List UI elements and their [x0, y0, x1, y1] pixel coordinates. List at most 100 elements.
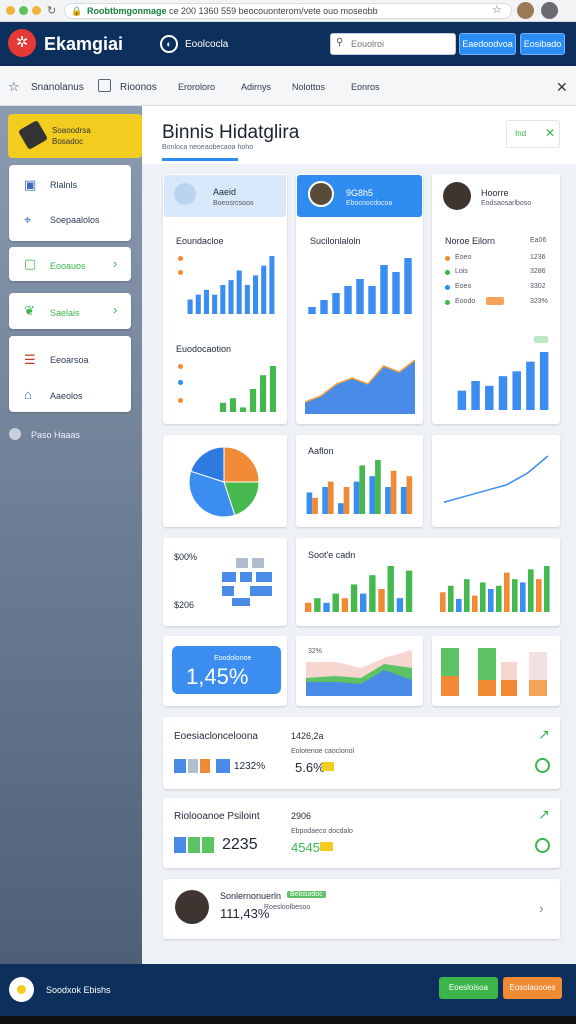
- avatar[interactable]: [517, 2, 534, 19]
- multi-bar-chart-a: [305, 566, 413, 612]
- status-badge[interactable]: Ind ✕: [506, 120, 560, 148]
- bar: [220, 285, 226, 314]
- tab-3[interactable]: Eroroloro: [178, 82, 215, 92]
- list-item[interactable]: [163, 798, 560, 868]
- bar: [259, 375, 267, 412]
- sidebar-footer-link[interactable]: Paso Haaas: [31, 430, 80, 440]
- kpi-tile[interactable]: Eoodolonoe 1,45%: [172, 646, 281, 694]
- bar: [212, 294, 218, 314]
- star-icon[interactable]: ☆: [492, 3, 502, 16]
- sidebar-featured[interactable]: Soaoodrsa Bosadoc: [8, 114, 142, 158]
- tab-2[interactable]: Rioonos: [120, 82, 157, 93]
- tab-5[interactable]: Nolottos: [292, 82, 325, 92]
- sidebar-item-5[interactable]: Eeoarsoa: [50, 355, 89, 365]
- status-badge: [486, 297, 504, 305]
- bar-chart-1: [187, 256, 275, 314]
- bar: [249, 389, 257, 412]
- sidebar-item-1[interactable]: Rlalnls: [50, 180, 77, 190]
- sidebar-item-6[interactable]: Aaeolos: [50, 391, 83, 401]
- stacked-area: [306, 648, 412, 696]
- avatar: [175, 890, 209, 924]
- avatar[interactable]: [541, 2, 558, 19]
- bar: [406, 476, 413, 514]
- card-title: $00%: [174, 552, 198, 562]
- tab-1[interactable]: Snanolanus: [31, 82, 84, 93]
- bar: [369, 476, 376, 514]
- featured-sub: Bosadoc: [52, 137, 84, 146]
- avatar: [443, 182, 471, 210]
- bar: [368, 286, 376, 314]
- check-circle-icon[interactable]: [535, 838, 550, 853]
- address-bar[interactable]: 🔒 Roobtbmgonmage ce 200 1360 559 beocouo…: [64, 3, 512, 19]
- bar: [456, 598, 462, 612]
- bar: [457, 390, 467, 410]
- row-value: 111,43%: [220, 906, 270, 921]
- window-control-icon[interactable]: [32, 6, 41, 15]
- bar: [332, 593, 339, 612]
- home-icon: ⌂: [24, 387, 32, 402]
- series-line: [443, 455, 549, 503]
- bar: [464, 579, 470, 612]
- line-chart: [443, 455, 549, 503]
- bar: [387, 566, 394, 612]
- window-control-icon[interactable]: [6, 6, 15, 15]
- bar: [343, 487, 350, 514]
- card-title: Euodocaotion: [176, 344, 232, 354]
- action-button[interactable]: Eosolaoooes: [503, 977, 562, 999]
- tab-6[interactable]: Eonros: [351, 82, 380, 92]
- bar: [338, 503, 344, 514]
- multi-bar-chart-b: [440, 566, 550, 612]
- legend-dot: [178, 380, 183, 385]
- featured-label: Soaoodrsa: [52, 126, 91, 135]
- bar-chart-3: [457, 352, 549, 410]
- tab-4[interactable]: Adirnys: [241, 82, 271, 92]
- star-icon[interactable]: ☆: [8, 79, 20, 95]
- card-value: $206: [174, 600, 195, 610]
- bar: [350, 584, 358, 612]
- arrow-icon[interactable]: ↗: [538, 806, 550, 823]
- bar: [356, 279, 364, 314]
- legend-dot: [178, 256, 183, 261]
- bar: [400, 487, 407, 514]
- chevron-right-icon[interactable]: ›: [539, 900, 544, 916]
- row-sub: Roesloolbesoo: [264, 904, 311, 911]
- window-control-icon[interactable]: [19, 6, 28, 15]
- bar: [526, 361, 535, 410]
- dashboard-icon[interactable]: ◐: [160, 35, 178, 53]
- row-mid-sub: Eolotenoe caoclonol: [291, 748, 355, 755]
- bar: [528, 569, 534, 612]
- bar: [322, 487, 328, 514]
- bar: [544, 566, 550, 612]
- card-title: Aaflon: [308, 446, 334, 456]
- secondary-button[interactable]: Eosibado: [520, 33, 565, 55]
- sidebar-item-3: Eooauos: [50, 261, 86, 271]
- calendar-icon: ▣: [24, 177, 37, 192]
- bar: [369, 575, 376, 612]
- row-mid-value: 4545: [291, 840, 320, 855]
- block-grid: [222, 558, 274, 608]
- avatar: [308, 181, 334, 207]
- primary-button[interactable]: Eaedoodvoa: [459, 33, 516, 55]
- bar: [472, 595, 478, 612]
- help-icon[interactable]: [9, 428, 21, 440]
- check-circle-icon[interactable]: [535, 758, 550, 773]
- list-item[interactable]: [163, 717, 560, 789]
- close-icon[interactable]: ✕: [556, 79, 568, 96]
- sub-navbar: [0, 66, 576, 106]
- arrow-icon[interactable]: ↗: [538, 726, 550, 743]
- app-logo-icon[interactable]: ✲: [8, 29, 36, 57]
- bar: [496, 585, 502, 612]
- sidebar-item-2[interactable]: Soepaalolos: [50, 215, 100, 225]
- legend-label: Eoeo: [455, 283, 472, 290]
- confirm-button[interactable]: Eoesloisoa: [439, 977, 498, 999]
- search-input[interactable]: [330, 33, 456, 55]
- row-title: Sonlernonuerln: [220, 891, 282, 901]
- url-domain: Roobtbmgonmage: [87, 6, 167, 16]
- dashboard-label[interactable]: Eoolcocla: [185, 39, 228, 50]
- bar: [341, 598, 349, 612]
- bar: [203, 289, 209, 314]
- card-title: Soot'e cadn: [308, 550, 356, 560]
- reload-icon[interactable]: ↻: [47, 4, 56, 17]
- bar: [228, 280, 234, 314]
- bar-chart-2: [308, 258, 412, 314]
